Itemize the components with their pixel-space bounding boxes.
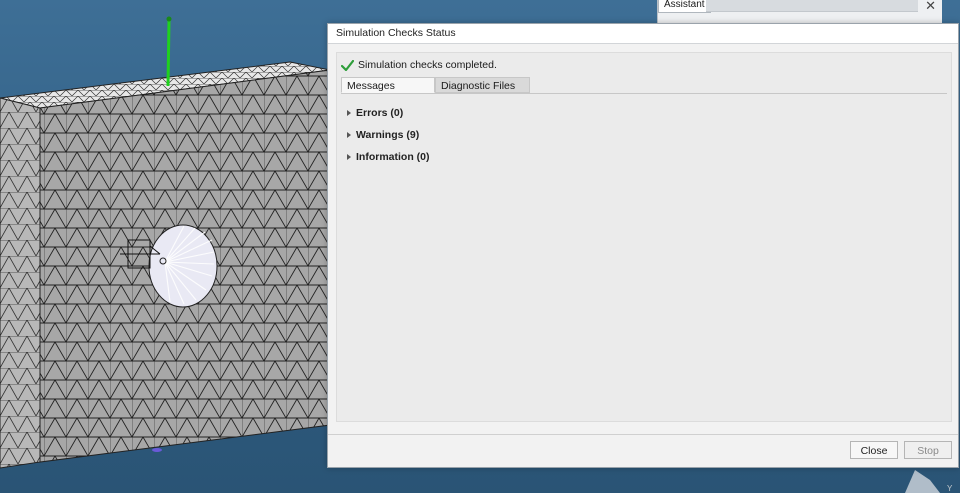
status-line: Simulation checks completed. [341,58,497,72]
expand-arrow-icon[interactable] [347,110,351,116]
close-icon[interactable]: ✕ [925,0,936,14]
tree-item-label: Errors (0) [356,107,404,119]
close-button[interactable]: Close [850,441,898,459]
hole-load-region [148,224,218,308]
tree-item-information[interactable]: Information (0) [347,146,430,168]
tab-messages[interactable]: Messages [341,77,435,93]
view-triad: Y [905,470,953,493]
tree-item-label: Information (0) [356,151,430,163]
tab-bar: Messages Diagnostic Files [341,77,947,94]
y-axis-tip [166,16,172,22]
assistant-header-strip [706,0,918,12]
tree-item-label: Warnings (9) [356,129,420,141]
expand-arrow-icon[interactable] [347,132,351,138]
status-text: Simulation checks completed. [358,59,497,71]
y-axis-arrow [166,19,171,87]
dialog-title[interactable]: Simulation Checks Status [328,24,958,44]
dialog-footer: Close Stop [328,434,958,467]
stop-button[interactable]: Stop [904,441,952,459]
dialog-content-panel: Simulation checks completed. Messages Di… [336,52,952,422]
expand-arrow-icon[interactable] [347,154,351,160]
messages-tree: Errors (0) Warnings (9) Information (0) [347,102,430,168]
constraint-marker [152,448,162,452]
plate-side-face [0,97,41,469]
svg-text:Y: Y [947,484,953,493]
tree-item-warnings[interactable]: Warnings (9) [347,124,430,146]
simulation-checks-dialog: Simulation Checks Status Simulation chec… [327,23,959,468]
tab-diagnostic-files[interactable]: Diagnostic Files [435,77,530,93]
check-icon [341,59,354,71]
assistant-tab[interactable]: Assistant [658,0,711,13]
tree-item-errors[interactable]: Errors (0) [347,102,430,124]
